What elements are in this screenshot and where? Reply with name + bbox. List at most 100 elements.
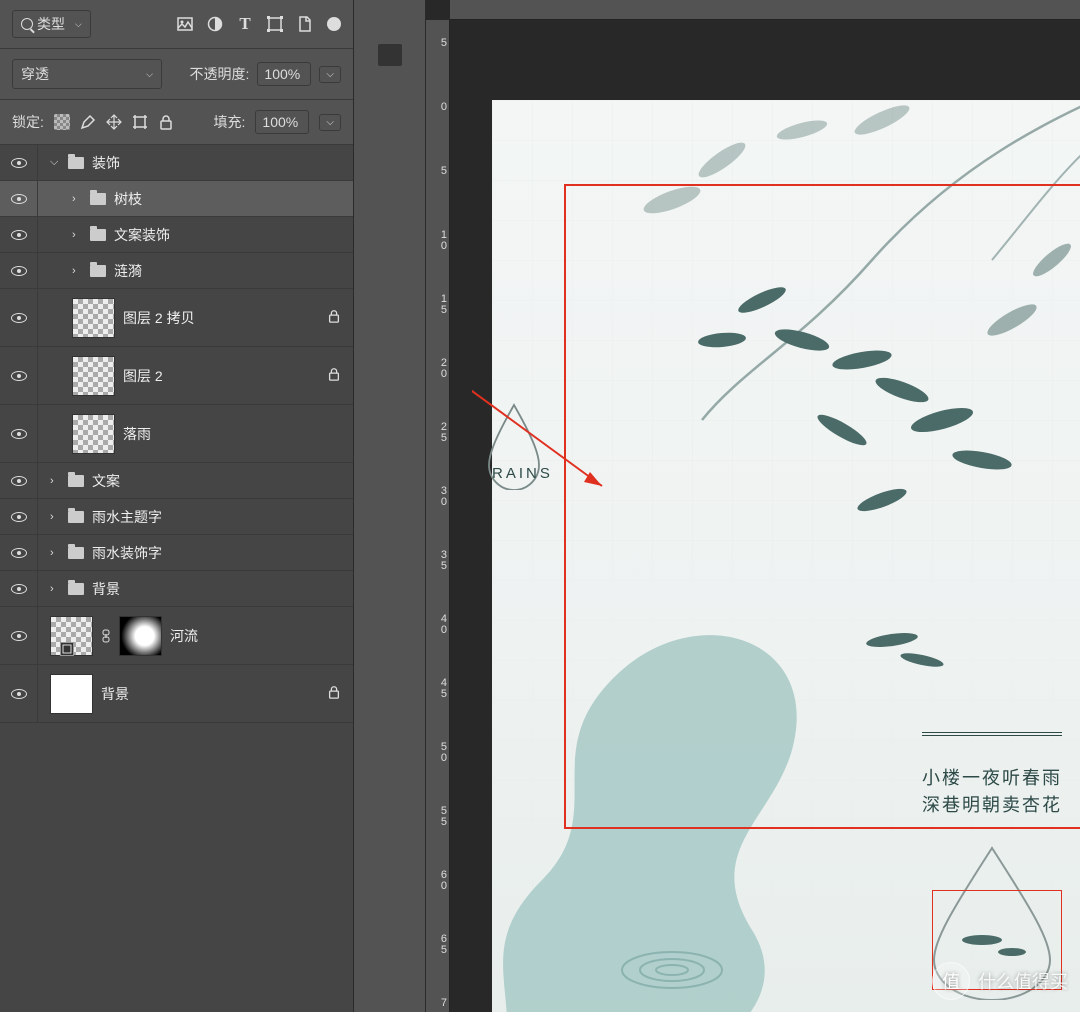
visibility-toggle[interactable] (0, 217, 38, 252)
layer-content: › 背景 (38, 571, 353, 606)
visibility-toggle[interactable] (0, 145, 38, 180)
visibility-toggle[interactable] (0, 499, 38, 534)
chevron-right-icon[interactable]: › (72, 193, 82, 205)
layer-list[interactable]: ⌵ 装饰 › 树枝 › 文案装饰 › 涟漪图层 2 拷贝图层 2 落雨 › 文案 › 雨水主题字 › 雨水装… (0, 145, 353, 1012)
layer-name[interactable]: 雨水主题字 (92, 507, 162, 527)
eye-icon (11, 429, 27, 439)
layer-row[interactable]: 背景 (0, 665, 353, 723)
visibility-toggle[interactable] (0, 665, 38, 722)
layer-name[interactable]: 落雨 (123, 424, 151, 444)
layer-thumbnail[interactable] (72, 298, 115, 338)
ruler-tick: 2 0 (429, 358, 447, 380)
opacity-input[interactable]: 100% (257, 62, 311, 86)
lock-all-icon[interactable] (158, 114, 174, 130)
chevron-right-icon[interactable]: › (50, 475, 60, 487)
ruler-tick: 7 (429, 998, 447, 1009)
layer-row[interactable]: 图层 2 拷贝 (0, 289, 353, 347)
visibility-toggle[interactable] (0, 289, 38, 346)
visibility-toggle[interactable] (0, 181, 38, 216)
layer-row[interactable]: 河流 (0, 607, 353, 665)
layer-thumbnail[interactable] (50, 674, 93, 714)
layer-row[interactable]: › 文案装饰 (0, 217, 353, 253)
filter-dot-icon[interactable] (327, 17, 341, 31)
layer-content: › 文案 (38, 463, 353, 498)
blend-row: 穿透 ⌵ 不透明度: 100% ⌵ (0, 49, 353, 100)
layer-row[interactable]: › 雨水装饰字 (0, 535, 353, 571)
lock-artboard-icon[interactable] (132, 114, 148, 130)
chevron-down-icon[interactable]: ⌵ (50, 156, 60, 169)
ruler-tick: 5 5 (429, 806, 447, 828)
ruler-tick: 5 (429, 38, 447, 49)
layer-name[interactable]: 雨水装饰字 (92, 543, 162, 563)
layer-name[interactable]: 河流 (170, 626, 198, 646)
lock-label: 锁定: (12, 112, 44, 132)
visibility-toggle[interactable] (0, 607, 38, 664)
filter-shape-icon[interactable] (267, 16, 283, 32)
layer-thumbnail[interactable] (72, 414, 115, 454)
filter-adjustment-icon[interactable] (207, 16, 223, 32)
chevron-right-icon[interactable]: › (72, 229, 82, 241)
link-icon[interactable] (101, 629, 111, 643)
layer-name[interactable]: 涟漪 (114, 261, 142, 281)
layer-row[interactable]: › 背景 (0, 571, 353, 607)
canvas[interactable]: RAINS 小楼一夜听春雨 深巷明朝卖杏花 (472, 40, 1080, 1012)
visibility-toggle[interactable] (0, 405, 38, 462)
poem-text: 小楼一夜听春雨 深巷明朝卖杏花 (922, 765, 1062, 819)
layer-row[interactable]: › 雨水主题字 (0, 499, 353, 535)
lock-transparency-icon[interactable] (54, 114, 70, 130)
visibility-toggle[interactable] (0, 535, 38, 570)
lock-position-icon[interactable] (106, 114, 122, 130)
visibility-toggle[interactable] (0, 347, 38, 404)
folder-icon (68, 511, 84, 523)
filter-smartobject-icon[interactable] (297, 16, 313, 32)
ruler-tick: 3 0 (429, 486, 447, 508)
lock-icon[interactable] (327, 367, 341, 384)
watermark-text: 什么值得买 (978, 968, 1068, 994)
filter-type-select[interactable]: 类型 ⌵ (12, 10, 91, 38)
lock-pixels-icon[interactable] (80, 114, 96, 130)
layer-thumbnail[interactable] (72, 356, 115, 396)
layer-content: 图层 2 (38, 347, 353, 404)
filter-label: 类型 (37, 14, 65, 34)
layer-name[interactable]: 图层 2 (123, 366, 163, 386)
chevron-right-icon[interactable]: › (50, 547, 60, 559)
filter-text-icon[interactable]: T (237, 16, 253, 32)
lock-row: 锁定: 填充: 100% ⌵ (0, 100, 353, 145)
docked-panel-icon[interactable] (378, 44, 402, 66)
blend-mode-select[interactable]: 穿透 ⌵ (12, 59, 162, 89)
chevron-right-icon[interactable]: › (50, 583, 60, 595)
canvas-area: 5051 01 52 02 53 03 54 04 55 05 56 06 57 (426, 0, 1080, 1012)
chevron-right-icon[interactable]: › (72, 265, 82, 277)
layer-row[interactable]: 图层 2 (0, 347, 353, 405)
layer-content: 河流 (38, 607, 353, 664)
layer-name[interactable]: 文案装饰 (114, 225, 170, 245)
layer-name[interactable]: 树枝 (114, 189, 142, 209)
chevron-down-icon: ⌵ (75, 19, 82, 30)
lock-icon[interactable] (327, 309, 341, 326)
layers-panel: 类型 ⌵ T 穿透 ⌵ 不透明度: 100% ⌵ 锁定: 填充: 100% ⌵ … (0, 0, 353, 1012)
layer-name[interactable]: 图层 2 拷贝 (123, 308, 195, 328)
mask-thumbnail[interactable] (119, 616, 162, 656)
layer-name[interactable]: 背景 (101, 684, 129, 704)
layer-row[interactable]: › 涟漪 (0, 253, 353, 289)
opacity-dropdown[interactable]: ⌵ (319, 66, 341, 83)
layer-name[interactable]: 装饰 (92, 153, 120, 173)
fill-dropdown[interactable]: ⌵ (319, 114, 341, 131)
lock-icon[interactable] (327, 685, 341, 702)
layer-row[interactable]: 落雨 (0, 405, 353, 463)
layer-row[interactable]: › 树枝 (0, 181, 353, 217)
layer-row[interactable]: ⌵ 装饰 (0, 145, 353, 181)
fill-input[interactable]: 100% (255, 110, 309, 134)
layer-name[interactable]: 背景 (92, 579, 120, 599)
ruler-vertical[interactable]: 5051 01 52 02 53 03 54 04 55 05 56 06 57 (426, 20, 450, 1012)
visibility-toggle[interactable] (0, 463, 38, 498)
filter-image-icon[interactable] (177, 16, 193, 32)
eye-icon (11, 194, 27, 204)
visibility-toggle[interactable] (0, 571, 38, 606)
layer-row[interactable]: › 文案 (0, 463, 353, 499)
eye-icon (11, 158, 27, 168)
ruler-horizontal[interactable] (450, 0, 1080, 20)
visibility-toggle[interactable] (0, 253, 38, 288)
layer-name[interactable]: 文案 (92, 471, 120, 491)
chevron-right-icon[interactable]: › (50, 511, 60, 523)
